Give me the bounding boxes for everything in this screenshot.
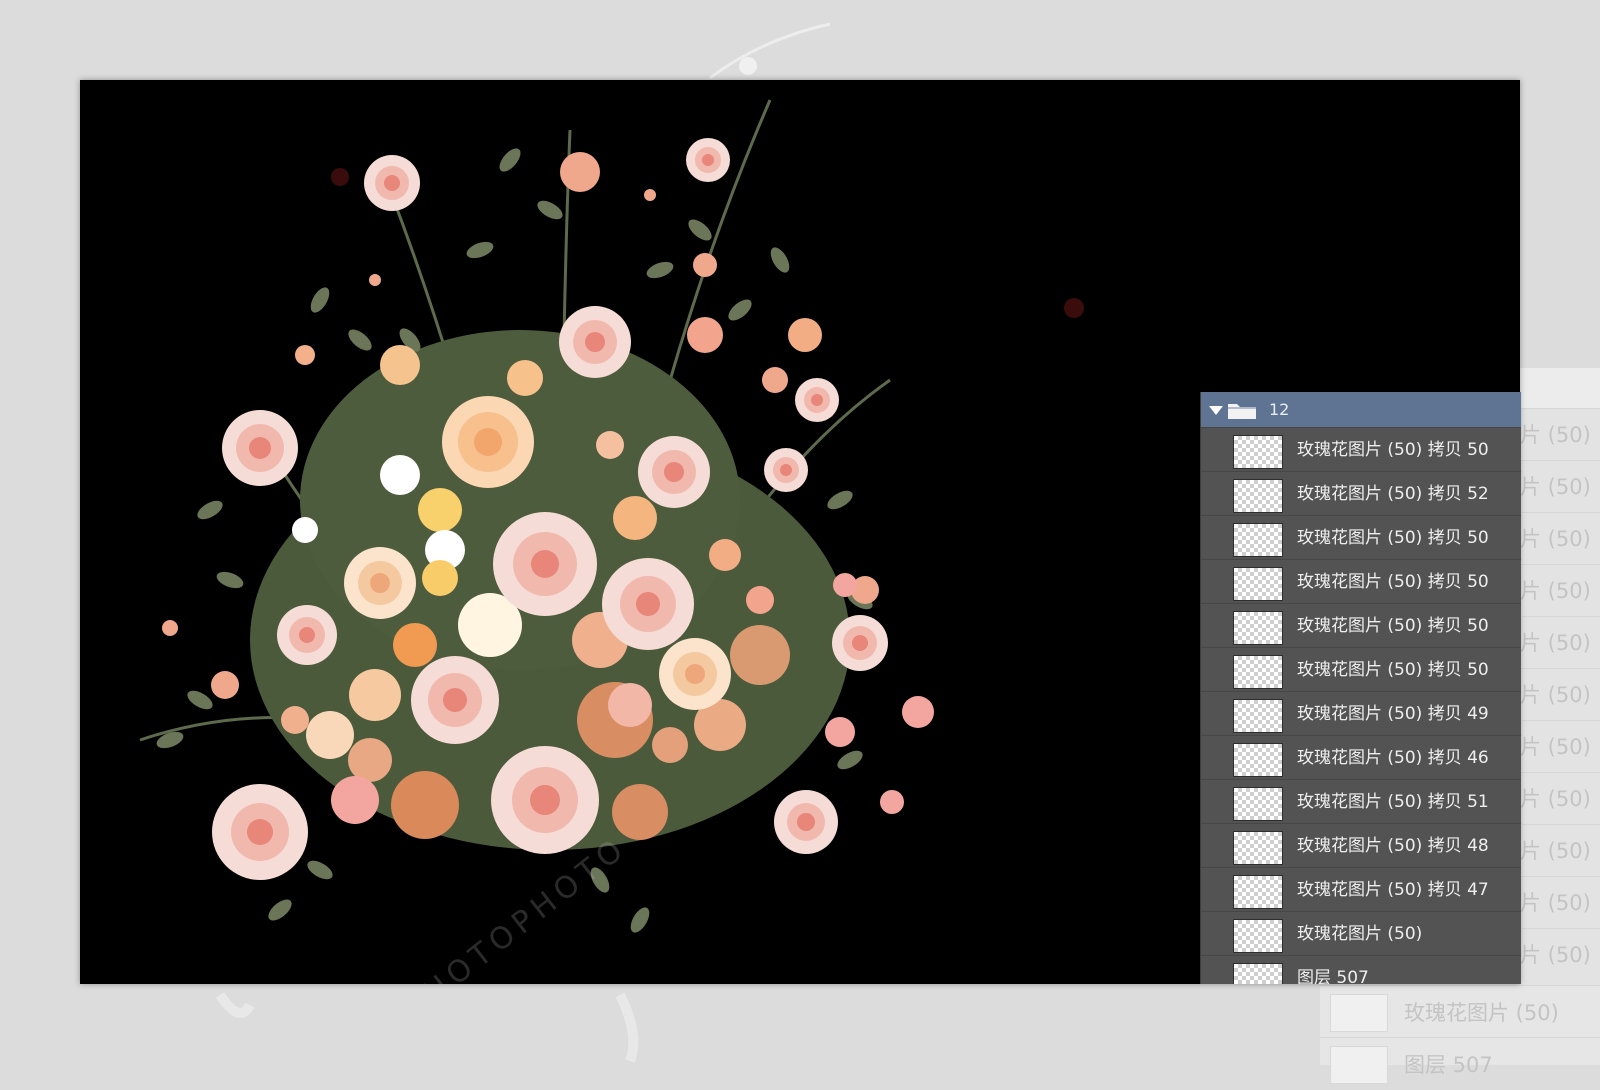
background-echo-thumbnail	[1330, 994, 1388, 1032]
background-echo-row: 片 (50)	[1520, 668, 1600, 721]
background-echo-row: 片 (50)	[1520, 720, 1600, 773]
layer-row[interactable]: 玫瑰花图片 (50) 拷贝 52	[1201, 471, 1521, 516]
layer-name: 玫瑰花图片 (50) 拷贝 50	[1297, 572, 1489, 592]
layer-name: 玫瑰花图片 (50) 拷贝 49	[1297, 704, 1489, 724]
background-echo-row: 玫瑰花图片 (50)	[1320, 985, 1600, 1038]
layer-name: 玫瑰花图片 (50) 拷贝 52	[1297, 484, 1489, 504]
layer-name: 玫瑰花图片 (50) 拷贝 50	[1297, 616, 1489, 636]
layer-name: 玫瑰花图片 (50) 拷贝 47	[1297, 880, 1489, 900]
layer-name: 玫瑰花图片 (50) 拷贝 51	[1297, 792, 1489, 812]
layer-thumbnail	[1233, 523, 1283, 557]
layer-thumbnail	[1233, 743, 1283, 777]
layer-thumbnail	[1233, 611, 1283, 645]
layer-row[interactable]: 图层 507	[1201, 955, 1521, 984]
layer-group-header[interactable]: 12	[1201, 392, 1521, 427]
layer-thumbnail	[1233, 567, 1283, 601]
layer-name: 图层 507	[1297, 968, 1369, 984]
layer-thumbnail	[1233, 963, 1283, 984]
background-echo-row: 片 (50)	[1520, 772, 1600, 825]
background-echo-row: 片 (50)	[1520, 616, 1600, 669]
background-echo-label: 玫瑰花图片 (50)	[1404, 1001, 1559, 1025]
background-echo-label: 图层 507	[1404, 1053, 1493, 1077]
layer-row[interactable]: 玫瑰花图片 (50) 拷贝 50	[1201, 603, 1521, 648]
layer-name: 玫瑰花图片 (50) 拷贝 50	[1297, 440, 1489, 460]
background-sprig	[709, 22, 831, 80]
layer-name: 玫瑰花图片 (50) 拷贝 50	[1297, 528, 1489, 548]
layer-row[interactable]: 玫瑰花图片 (50)	[1201, 911, 1521, 956]
layer-name: 玫瑰花图片 (50) 拷贝 48	[1297, 836, 1489, 856]
background-echo-header	[1520, 368, 1600, 408]
chevron-down-icon[interactable]	[1209, 406, 1223, 415]
background-echo-row: 片 (50)	[1520, 564, 1600, 617]
layer-thumbnail	[1233, 479, 1283, 513]
background-echo-row: 片 (50)	[1520, 928, 1600, 981]
layers-panel: 12 玫瑰花图片 (50) 拷贝 50 玫瑰花图片 (50) 拷贝 52 玫瑰花…	[1200, 392, 1521, 984]
layer-row[interactable]: 玫瑰花图片 (50) 拷贝 50	[1201, 515, 1521, 560]
folder-icon	[1228, 404, 1256, 419]
layer-row[interactable]: 玫瑰花图片 (50) 拷贝 46	[1201, 735, 1521, 780]
background-echo-thumbnail	[1330, 1046, 1388, 1084]
background-echo-row: 图层 507	[1320, 1037, 1600, 1090]
layer-row[interactable]: 玫瑰花图片 (50) 拷贝 50	[1201, 427, 1521, 472]
layer-name: 玫瑰花图片 (50) 拷贝 46	[1297, 748, 1489, 768]
layer-thumbnail	[1233, 699, 1283, 733]
background-echo-row: 片 (50)	[1520, 408, 1600, 461]
layer-row[interactable]: 玫瑰花图片 (50) 拷贝 51	[1201, 779, 1521, 824]
layer-row[interactable]: 玫瑰花图片 (50) 拷贝 50	[1201, 647, 1521, 692]
layer-row[interactable]: 玫瑰花图片 (50) 拷贝 47	[1201, 867, 1521, 912]
background-echo-row: 片 (50)	[1520, 876, 1600, 929]
background-echo-row: 片 (50)	[1520, 824, 1600, 877]
background-echo-row: 片 (50)	[1520, 512, 1600, 565]
background-echo-row: 片 (50)	[1520, 460, 1600, 513]
layer-thumbnail	[1233, 655, 1283, 689]
layer-thumbnail	[1233, 919, 1283, 953]
layer-row[interactable]: 玫瑰花图片 (50) 拷贝 48	[1201, 823, 1521, 868]
layer-row[interactable]: 玫瑰花图片 (50) 拷贝 50	[1201, 559, 1521, 604]
background-sprig	[215, 992, 639, 1063]
layer-thumbnail	[1233, 831, 1283, 865]
layer-thumbnail	[1233, 875, 1283, 909]
layer-group-name: 12	[1269, 400, 1290, 419]
layer-name: 玫瑰花图片 (50)	[1297, 924, 1423, 944]
layer-thumbnail	[1233, 787, 1283, 821]
layer-row[interactable]: 玫瑰花图片 (50) 拷贝 49	[1201, 691, 1521, 736]
background-echo-bottom: 玫瑰花图片 (50) 图层 507	[1320, 985, 1600, 1084]
background-layers-echo: 片 (50) 片 (50) 片 (50) 片 (50) 片 (50) 片 (50…	[1520, 368, 1600, 1065]
layer-thumbnail	[1233, 435, 1283, 469]
layer-name: 玫瑰花图片 (50) 拷贝 50	[1297, 660, 1489, 680]
